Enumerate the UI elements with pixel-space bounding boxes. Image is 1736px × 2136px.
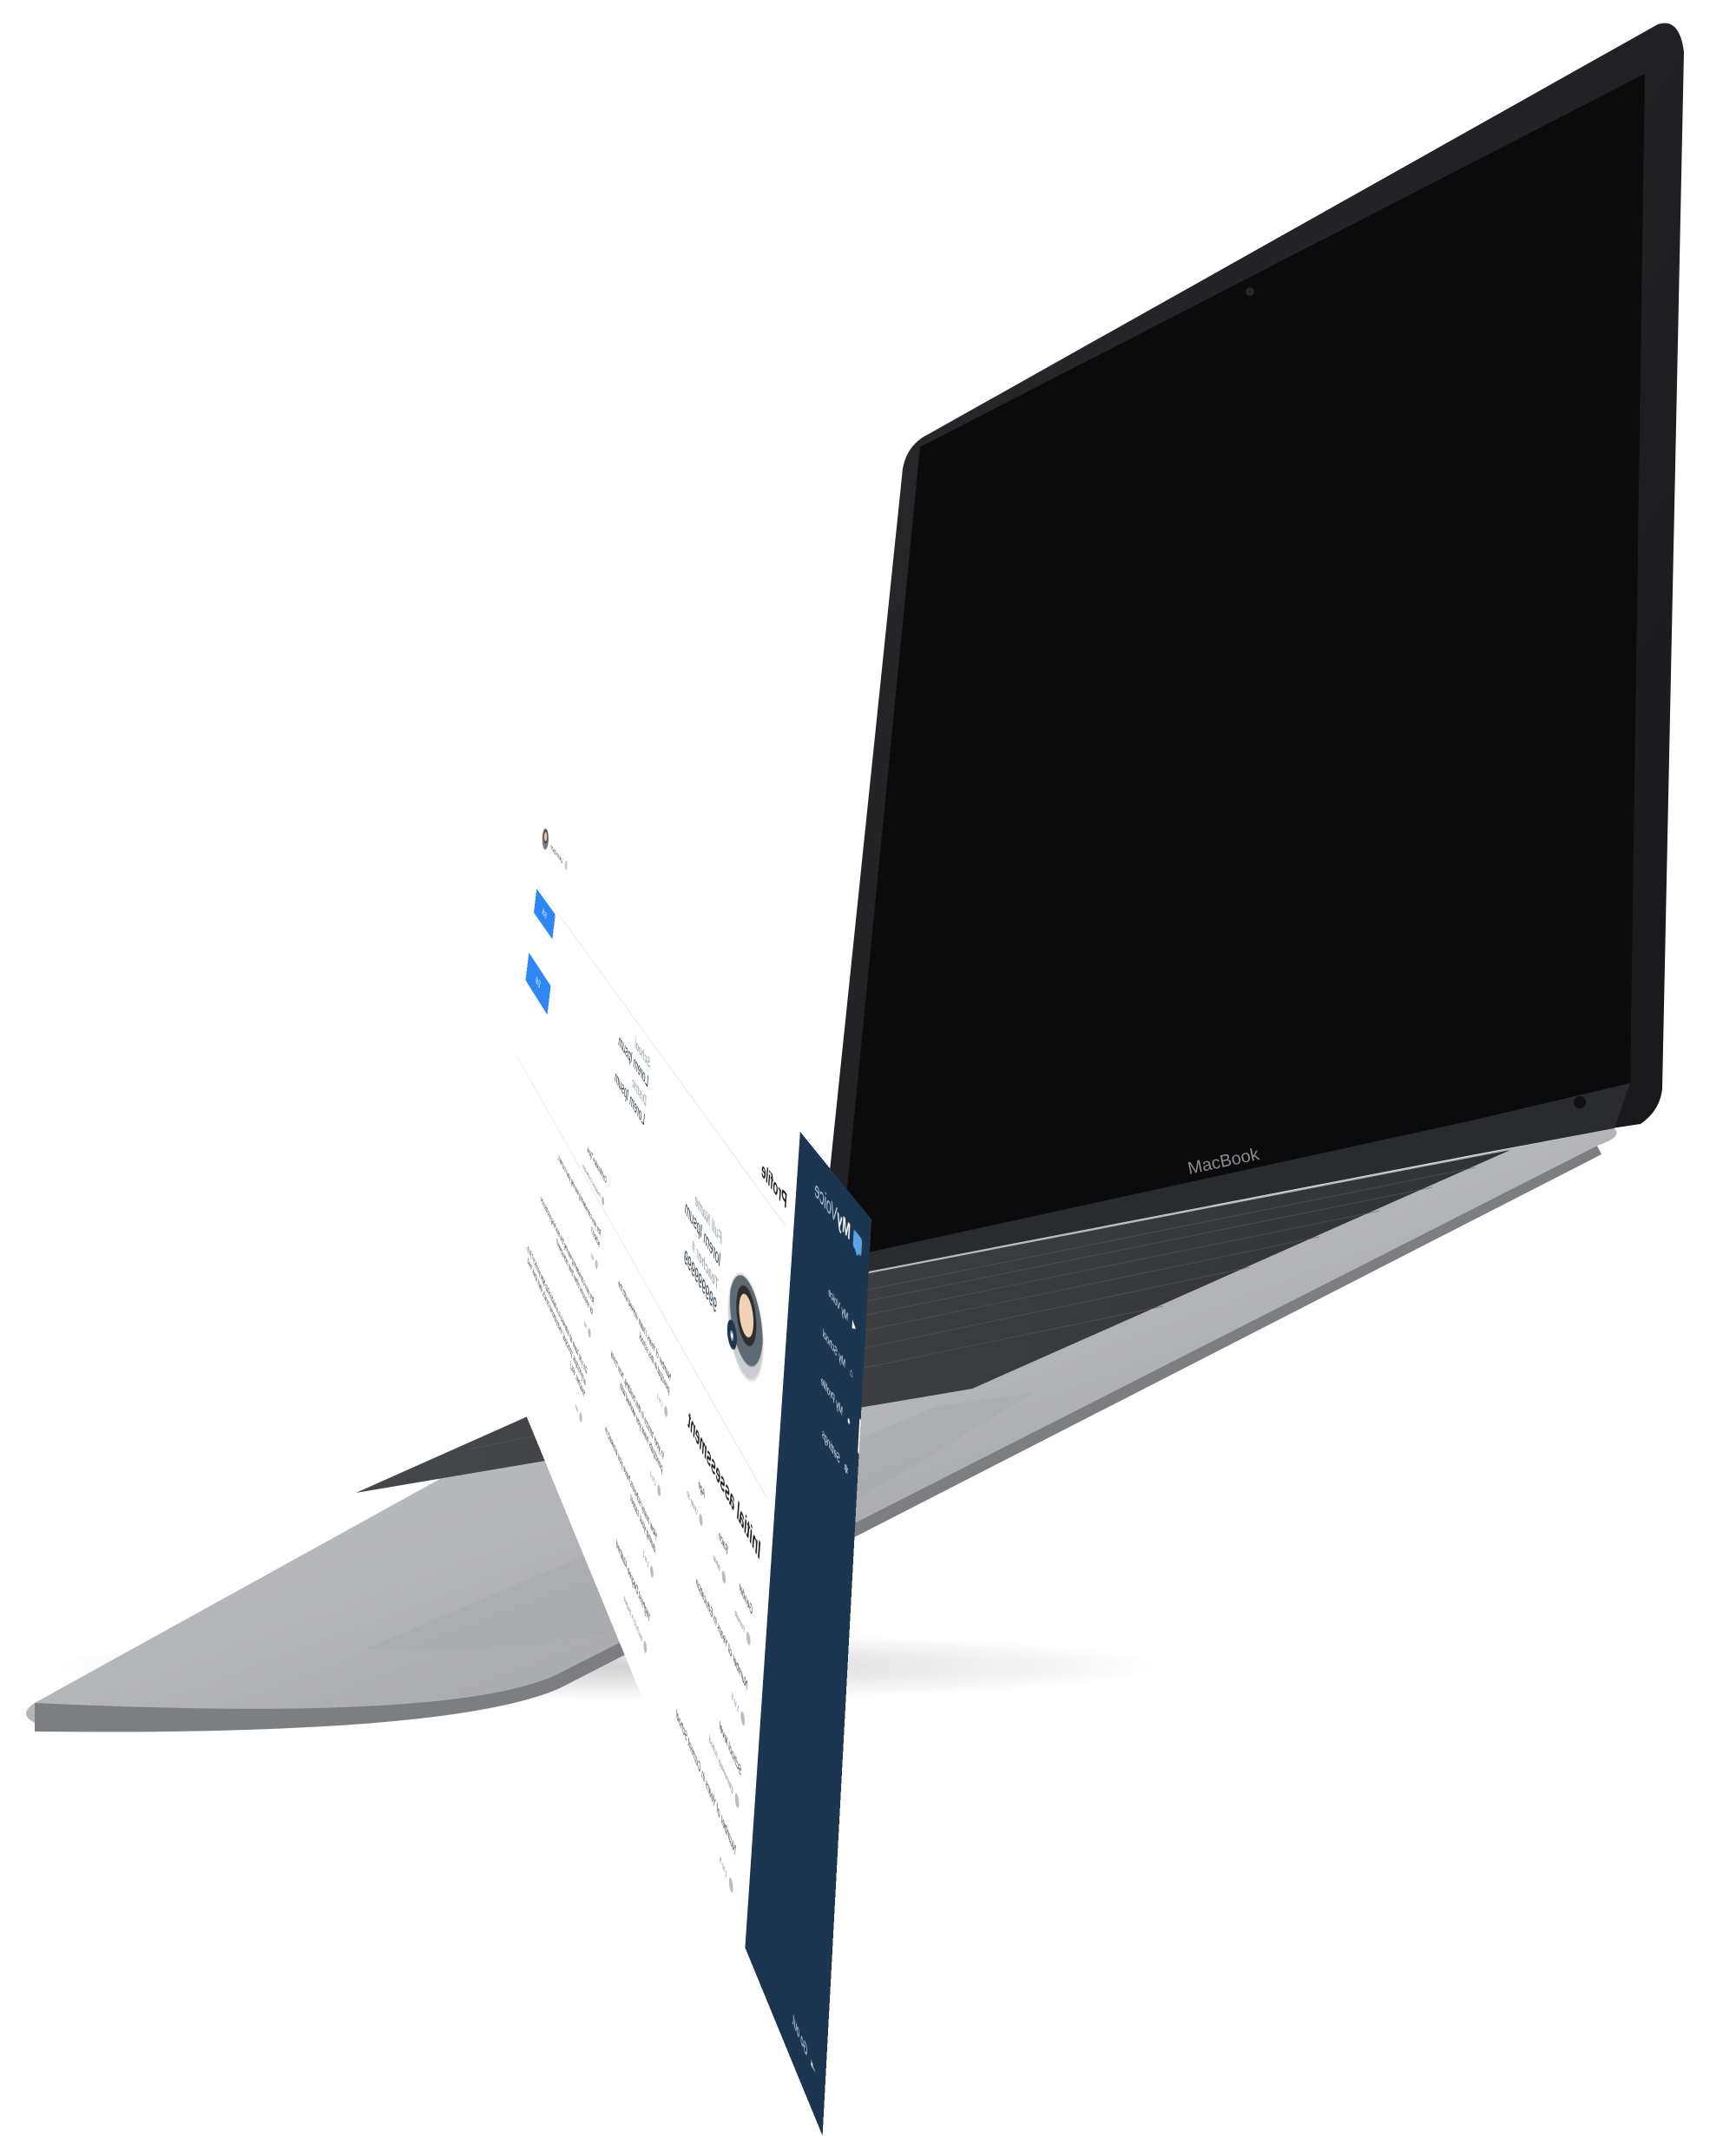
sidebar-item-label: Settings [821,1424,841,1467]
user-icon: ● [846,1411,851,1429]
avatar[interactable] [541,824,550,854]
principals-answer[interactable]: 1 to 2 [650,1468,661,1499]
leaving-school-answer[interactable]: Yes [590,1251,599,1272]
radio-dot [740,1708,746,1729]
headphone-jack-icon [1574,1096,1586,1108]
username: Lorem Ipsum [549,841,563,865]
webcam-icon [1246,287,1254,296]
logout-label: Go out [792,2010,808,2061]
screen-bezel [840,74,1645,1259]
leaving-profession-answer[interactable]: Yes [583,1318,591,1340]
radio-dot [698,1511,703,1528]
age-question: Age [698,1477,706,1502]
laptop-illustration: MacBook [26,23,1684,1732]
radio-dot [595,1258,599,1272]
gear-icon: ✲ [844,1459,849,1480]
years-principal-answer[interactable]: 1 to 2 [657,1390,668,1420]
megaphone-icon: ◀ [852,1317,857,1335]
radio-dot [588,1326,591,1340]
edit-button[interactable]: Edit [525,952,551,1015]
logout-icon: ⇥ [810,2054,816,2080]
gender-question: Gender [738,1579,753,1619]
radio-dot [721,1567,727,1587]
sidebar-nav: ◀ My Voice ⌂ My School ● My Profile ✲ Se… [782,1219,866,1511]
radio-dot [656,1482,661,1499]
bell-icon[interactable] [564,859,569,871]
radio-dot [663,1403,668,1420]
radio-dot [728,1874,734,1896]
home-icon: ⌂ [849,1364,853,1382]
radio-dot [643,1638,648,1656]
years-current-answer[interactable]: 1 to 5 [720,1852,734,1896]
radio-dot [734,1790,740,1811]
chat-bubble-icon [852,1228,863,1257]
logout-link[interactable]: ⇥ Go out [792,2011,816,2080]
race-answer[interactable]: White [713,1551,727,1587]
leadership-answer[interactable]: Yes [575,1401,582,1424]
radio-dot [746,1628,751,1648]
race-question: Race [718,1528,729,1558]
years-education-answer[interactable]: 1 to 5 [731,1689,746,1729]
radio-dot [649,1563,654,1581]
radio-dot [579,1410,582,1424]
